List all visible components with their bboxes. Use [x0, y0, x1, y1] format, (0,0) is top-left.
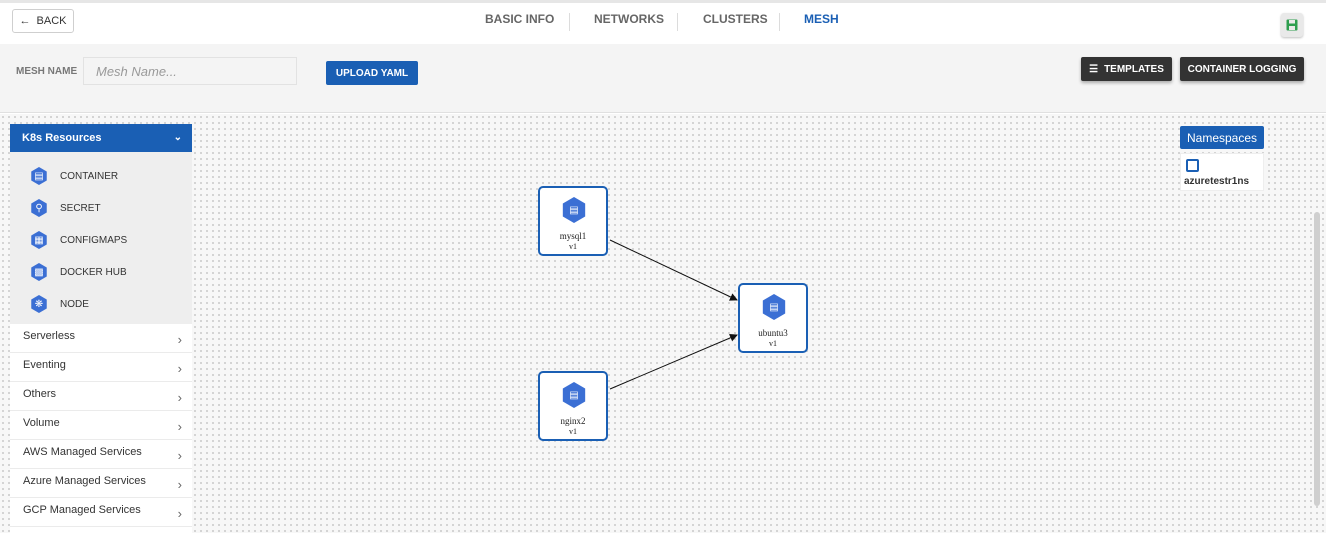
- category-label: GCP Managed Services: [23, 504, 141, 516]
- category-volume[interactable]: Volume ›: [10, 411, 192, 440]
- container-logging-button[interactable]: CONTAINER LOGGING: [1180, 57, 1304, 81]
- key-icon: ⚲: [31, 199, 47, 217]
- category-others[interactable]: Others ›: [10, 382, 192, 411]
- namespace-item[interactable]: azuretestr1ns: [1180, 153, 1264, 191]
- container-icon: ▤: [562, 382, 586, 408]
- top-bar: ← BACK BASIC INFO NETWORKS CLUSTERS MESH: [0, 0, 1326, 46]
- tab-divider: [677, 13, 678, 31]
- graph-node-nginx2[interactable]: ▤ nginx2 v1: [538, 371, 608, 441]
- category-eventing[interactable]: Eventing ›: [10, 353, 192, 382]
- k8s-resources-list: ▤ CONTAINER ⚲ SECRET ▦ CONFIGMAPS ▩ DOCK…: [10, 152, 192, 324]
- tab-basic-info[interactable]: BASIC INFO: [485, 12, 554, 26]
- graph-node-mysql1[interactable]: ▤ mysql1 v1: [538, 186, 608, 256]
- templates-button-label: TEMPLATES: [1104, 63, 1164, 75]
- k8s-resources-header[interactable]: K8s Resources ⌄: [10, 124, 192, 152]
- tab-divider: [779, 13, 780, 31]
- chevron-right-icon: ›: [177, 390, 182, 405]
- templates-button[interactable]: ☰ TEMPLATES: [1081, 57, 1172, 81]
- resource-item-docker-hub[interactable]: ▩ DOCKER HUB: [30, 262, 127, 282]
- arrow-left-icon: ←: [19, 15, 31, 27]
- container-icon: ▤: [762, 294, 786, 320]
- category-label: Azure Managed Services: [23, 475, 146, 487]
- resource-item-node[interactable]: ❋ NODE: [30, 294, 89, 314]
- mesh-name-input[interactable]: [83, 57, 297, 85]
- resource-item-secret[interactable]: ⚲ SECRET: [30, 198, 101, 218]
- node-name: ubuntu3: [758, 328, 788, 338]
- node-name: mysql1: [559, 231, 587, 241]
- category-label: Volume: [23, 417, 60, 429]
- save-button[interactable]: [1281, 13, 1303, 37]
- chevron-right-icon: ›: [177, 419, 182, 434]
- category-gcp-managed-services[interactable]: GCP Managed Services ›: [10, 498, 192, 527]
- chevron-right-icon: ›: [177, 477, 182, 492]
- resource-item-container[interactable]: ▤ CONTAINER: [30, 166, 118, 186]
- namespace-label: azuretestr1ns: [1184, 176, 1250, 187]
- category-label: Eventing: [23, 359, 66, 371]
- namespaces-button[interactable]: Namespaces: [1180, 126, 1264, 149]
- mesh-toolbar: MESH NAME UPLOAD YAML ☰ TEMPLATES CONTAI…: [0, 44, 1326, 113]
- upload-yaml-button[interactable]: UPLOAD YAML: [326, 61, 418, 85]
- mesh-name-label: MESH NAME: [16, 66, 78, 77]
- tab-clusters[interactable]: CLUSTERS: [703, 12, 768, 26]
- category-label: Serverless: [23, 330, 75, 342]
- category-label: Others: [23, 388, 57, 400]
- graph-node-ubuntu3[interactable]: ▤ ubuntu3 v1: [738, 283, 808, 353]
- container-icon: ▤: [562, 197, 586, 223]
- container-icon: ▤: [31, 167, 47, 185]
- back-button-label: BACK: [36, 15, 67, 27]
- category-label: AWS Managed Services: [23, 446, 142, 458]
- category-aws-managed-services[interactable]: AWS Managed Services ›: [10, 440, 192, 469]
- resource-item-label: SECRET: [60, 202, 101, 214]
- resource-item-label: CONFIGMAPS: [60, 234, 128, 246]
- resource-item-label: NODE: [60, 298, 89, 310]
- canvas-scrollbar[interactable]: [1314, 212, 1320, 506]
- save-icon: [1286, 19, 1298, 31]
- tab-divider: [569, 13, 570, 31]
- chevron-right-icon: ›: [177, 332, 182, 347]
- node-version: v1: [569, 242, 577, 251]
- k8s-resources-title: K8s Resources: [22, 132, 102, 144]
- category-azure-managed-services[interactable]: Azure Managed Services ›: [10, 469, 192, 498]
- node-version: v1: [769, 339, 777, 348]
- resource-palette: K8s Resources ⌄ ▤ CONTAINER ⚲ SECRET ▦ C…: [10, 124, 192, 533]
- node-icon: ❋: [31, 295, 47, 313]
- resource-item-label: DOCKER HUB: [60, 266, 127, 278]
- mesh-canvas[interactable]: [0, 114, 1326, 533]
- node-version: v1: [569, 427, 577, 436]
- resource-item-configmaps[interactable]: ▦ CONFIGMAPS: [30, 230, 127, 250]
- chevron-right-icon: ›: [177, 506, 182, 521]
- configmap-icon: ▦: [31, 231, 47, 249]
- tab-networks[interactable]: NETWORKS: [594, 12, 664, 26]
- namespace-checkbox[interactable]: [1186, 159, 1199, 172]
- docker-icon: ▩: [31, 263, 47, 281]
- resource-item-label: CONTAINER: [60, 170, 119, 182]
- node-name: nginx2: [560, 416, 586, 426]
- tab-mesh[interactable]: MESH: [804, 12, 839, 26]
- chevron-right-icon: ›: [177, 361, 182, 376]
- back-button[interactable]: ← BACK: [12, 9, 74, 33]
- category-serverless[interactable]: Serverless ›: [10, 324, 192, 353]
- chevron-down-icon: ⌄: [173, 132, 182, 143]
- chevron-right-icon: ›: [177, 448, 182, 463]
- menu-icon: ☰: [1089, 63, 1099, 75]
